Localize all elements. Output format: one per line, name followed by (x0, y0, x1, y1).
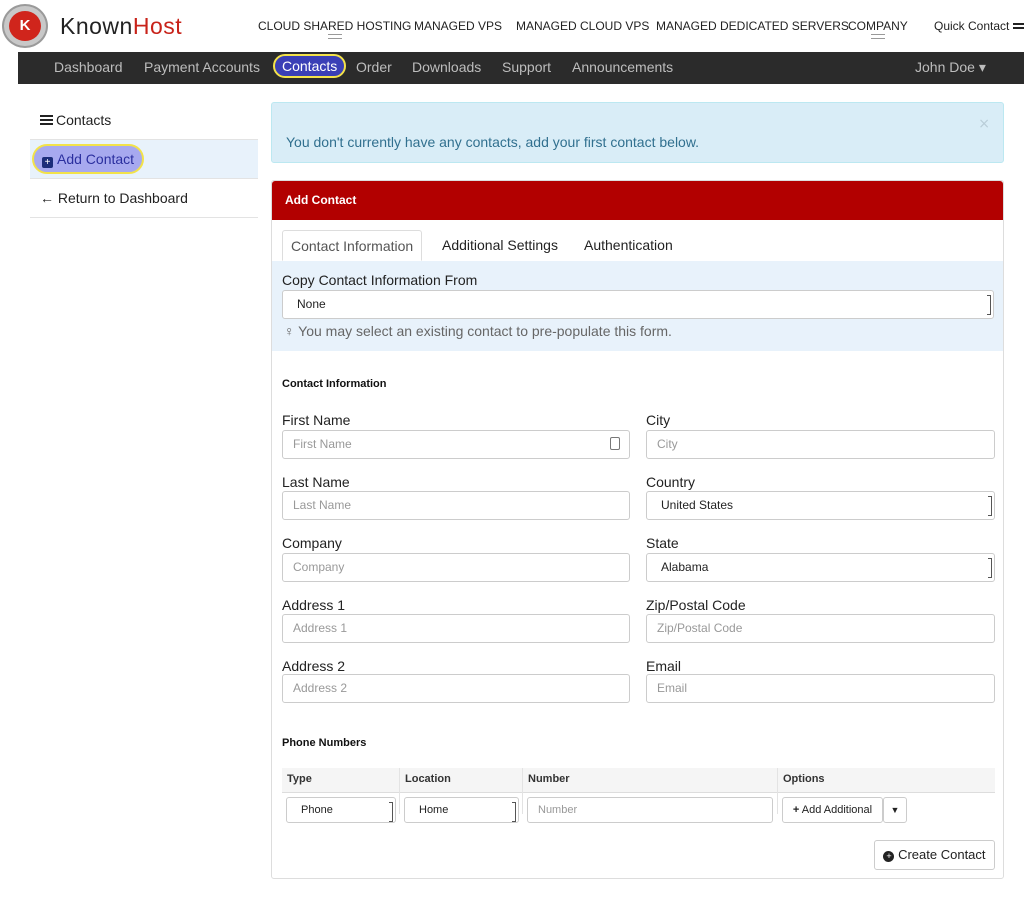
phone-location-select[interactable]: Home (404, 797, 519, 823)
first-name-label: First Name (282, 412, 351, 428)
last-name-input[interactable]: Last Name (282, 491, 630, 520)
panel-title: Add Contact (272, 181, 1003, 220)
plus-icon: + (792, 804, 800, 816)
brand-name[interactable]: KnownHost (60, 13, 182, 40)
phone-numbers-heading: Phone Numbers (282, 737, 367, 749)
col-number: Number (528, 773, 570, 785)
state-label: State (646, 535, 679, 551)
user-menu[interactable]: John Doe ▾ (915, 59, 986, 76)
main-navbar: Dashboard Payment Accounts Contacts Orde… (18, 52, 1024, 84)
zip-label: Zip/Postal Code (646, 597, 746, 613)
nav-downloads[interactable]: Downloads (412, 59, 481, 75)
contact-card-icon (610, 437, 620, 450)
nav-payment-accounts[interactable]: Payment Accounts (144, 59, 260, 75)
caret-down-icon: ▼ (890, 805, 900, 815)
company-label: Company (282, 535, 342, 551)
add-contact-panel: Add Contact Copy Contact Information Fro… (271, 180, 1004, 879)
topnav-managed-dedicated-servers[interactable]: MANAGED DEDICATED SERVERS (656, 19, 849, 33)
quick-contact-link[interactable]: Quick Contact (934, 19, 1024, 33)
topnav-cloud-shared-hosting[interactable]: CLOUD SHARED HOSTING (258, 19, 411, 39)
country-select[interactable]: United States (646, 491, 995, 520)
nav-announcements[interactable]: Announcements (572, 59, 673, 75)
add-additional-dropdown[interactable]: ▼ (883, 797, 907, 823)
col-location: Location (405, 773, 451, 785)
country-label: Country (646, 474, 696, 490)
email-input[interactable]: Email (646, 674, 995, 703)
phone-table-header: Type Location Number Options (282, 768, 995, 814)
lightbulb-icon: ♀ (284, 323, 295, 339)
copy-contact-box: Copy Contact Information From None ♀ You… (272, 261, 1003, 351)
add-additional-button[interactable]: + Add Additional (782, 797, 883, 823)
last-name-label: Last Name (282, 474, 350, 490)
sidebar-item-return-dashboard[interactable]: ← Return to Dashboard (30, 179, 258, 218)
zip-input[interactable]: Zip/Postal Code (646, 614, 995, 643)
topnav-managed-vps[interactable]: MANAGED VPS (414, 19, 502, 33)
top-header: K KnownHost CLOUD SHARED HOSTING MANAGED… (0, 0, 1024, 52)
address2-label: Address 2 (282, 658, 346, 674)
copy-hint: ♀ You may select an existing contact to … (284, 323, 672, 339)
city-input[interactable]: City (646, 430, 995, 459)
contact-info-heading: Contact Information (282, 378, 387, 390)
arrow-left-icon: ← (40, 190, 54, 206)
address2-input[interactable]: Address 2 (282, 674, 630, 703)
close-icon[interactable]: × (978, 116, 990, 132)
sidebar-item-contacts[interactable]: Contacts (30, 101, 258, 140)
tab-authentication[interactable]: Authentication (584, 230, 673, 261)
create-contact-button[interactable]: + Create Contact (874, 840, 995, 870)
no-contacts-alert: You don't currently have any contacts, a… (271, 102, 1004, 163)
phone-number-input[interactable]: Number (527, 797, 773, 823)
phone-type-select[interactable]: Phone (286, 797, 396, 823)
list-icon (40, 115, 53, 125)
plus-circle-icon: + (883, 851, 895, 862)
nav-dashboard[interactable]: Dashboard (54, 59, 123, 75)
email-label: Email (646, 658, 682, 674)
hamburger-icon (1012, 23, 1024, 29)
company-input[interactable]: Company (282, 553, 630, 582)
sidebar: Contacts + Add Contact ← Return to Dashbo… (30, 101, 258, 218)
nav-support[interactable]: Support (502, 59, 551, 75)
nav-order[interactable]: Order (356, 59, 392, 75)
nav-contacts[interactable]: Contacts (273, 54, 347, 78)
knownhost-logo[interactable]: K (2, 4, 48, 48)
col-options: Options (783, 773, 825, 785)
city-label: City (646, 412, 671, 428)
copy-contact-select[interactable]: None (282, 290, 994, 319)
address1-label: Address 1 (282, 597, 346, 613)
topnav-company[interactable]: COMPANY (848, 19, 908, 39)
first-name-input[interactable]: First Name (282, 430, 630, 459)
topnav-managed-cloud-vps[interactable]: MANAGED CLOUD VPS (516, 19, 649, 33)
sidebar-item-add-contact[interactable]: + Add Contact (30, 140, 258, 179)
menu-lines-icon (870, 34, 885, 39)
col-type: Type (287, 773, 312, 785)
copy-label: Copy Contact Information From (282, 272, 478, 288)
menu-lines-icon (327, 34, 342, 39)
address1-input[interactable]: Address 1 (282, 614, 630, 643)
plus-square-icon: + (42, 157, 53, 168)
tab-additional-settings[interactable]: Additional Settings (442, 230, 558, 261)
tab-contact-information[interactable]: Contact Information (282, 230, 423, 261)
state-select[interactable]: Alabama (646, 553, 995, 582)
